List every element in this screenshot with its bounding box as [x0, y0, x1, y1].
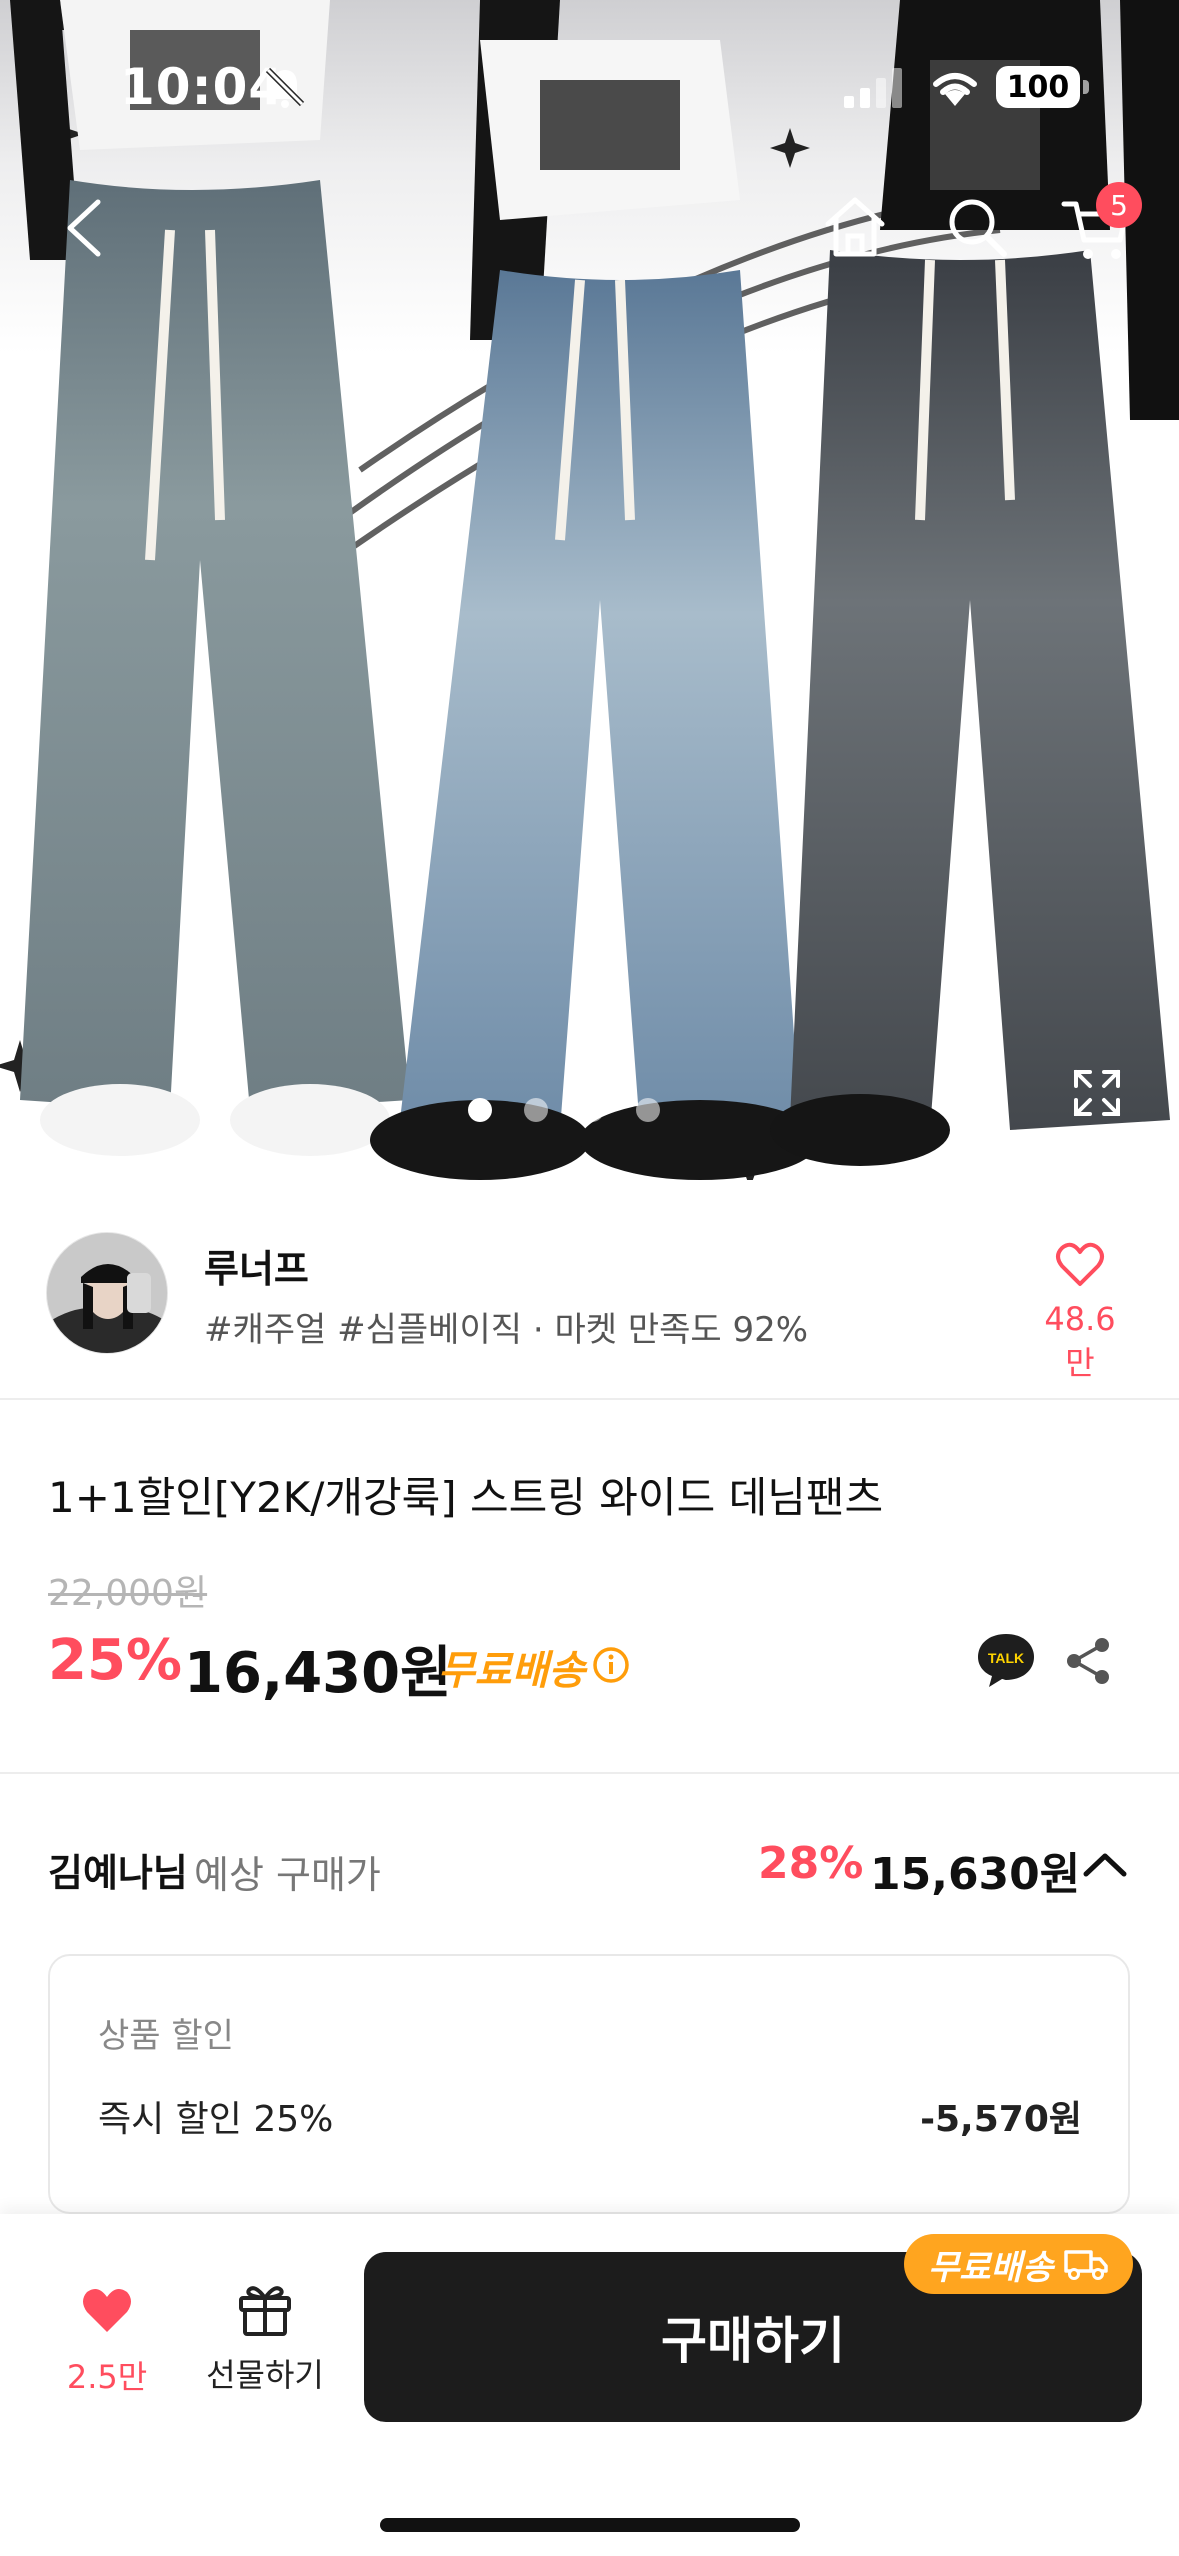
home-indicator	[380, 2518, 800, 2532]
discount-rate: 25%	[48, 1628, 183, 1693]
gallery-page-indicator	[468, 1098, 660, 1122]
free-shipping-badge: 무료배송	[904, 2234, 1134, 2294]
battery-cap	[1083, 80, 1089, 94]
truck-icon	[1064, 2250, 1108, 2280]
seller-tags: #캐주얼 #심플베이직 · 마켓 만족도 92%	[204, 1310, 809, 1350]
seller-favorite-button[interactable]: 48.6만	[1030, 1240, 1130, 1384]
seller-name[interactable]: 루너프	[204, 1238, 309, 1293]
battery-indicator: 100	[996, 66, 1080, 108]
breakdown-heading: 상품 할인	[98, 2016, 234, 2056]
expected-price: 15,630원	[870, 1849, 1081, 1900]
seller-favorite-count: 48.6만	[1044, 1300, 1116, 1382]
expected-discount-rate: 28%	[758, 1838, 864, 1889]
gift-icon	[239, 2286, 291, 2336]
heart-outline-icon	[1056, 1242, 1104, 1286]
heart-filled-icon	[83, 2288, 131, 2332]
like-count: 2.5만	[66, 2358, 148, 2396]
price-breakdown-box: 상품 할인 즉시 할인 25% -5,570원	[48, 1954, 1130, 2214]
kakao-talk-icon[interactable]: TALK	[974, 1630, 1038, 1690]
page-dot[interactable]	[524, 1098, 548, 1122]
cellular-signal-icon	[844, 68, 902, 108]
talk-label: TALK	[988, 1650, 1024, 1666]
section-divider	[0, 1772, 1179, 1774]
back-icon[interactable]	[58, 196, 114, 260]
gift-label: 선물하기	[206, 2356, 324, 2394]
gift-button[interactable]: 선물하기	[190, 2280, 340, 2396]
page-dot[interactable]	[636, 1098, 660, 1122]
expected-price-label: 예상 구매가	[194, 1853, 381, 1897]
like-button[interactable]: 2.5만	[52, 2284, 162, 2398]
original-price: 22,000원	[48, 1573, 208, 1614]
bottom-action-bar: 2.5만 선물하기 구매하기 무료배송	[0, 2214, 1179, 2556]
sale-price: 16,430원	[184, 1641, 452, 1706]
free-shipping-badge-label: 무료배송	[928, 2247, 1054, 2288]
home-icon[interactable]	[820, 194, 890, 260]
status-time: 10:04	[120, 58, 285, 116]
seller-section[interactable]: 루너프 #캐주얼 #심플베이직 · 마켓 만족도 92% 48.6만	[0, 1180, 1179, 1400]
free-shipping-label: 무료배송	[438, 1648, 586, 1694]
wifi-icon	[933, 73, 977, 106]
search-icon[interactable]	[944, 194, 1010, 260]
silent-bell-icon	[265, 67, 305, 108]
page-dot[interactable]	[580, 1098, 604, 1122]
seller-avatar[interactable]	[46, 1232, 168, 1354]
product-title: 1+1할인[Y2K/개강룩] 스트링 와이드 데님팬츠	[48, 1473, 884, 1522]
product-image-gallery[interactable]: 10:04 100 5	[0, 0, 1179, 1180]
cart-count-badge: 5	[1096, 182, 1142, 228]
breakdown-row-label: 즉시 할인 25%	[98, 2099, 334, 2140]
user-name: 김예나님	[48, 1851, 188, 1895]
chevron-up-icon[interactable]	[1082, 1848, 1128, 1880]
breakdown-row-value: -5,570원	[920, 2099, 1082, 2140]
product-photo	[0, 0, 1179, 1180]
expand-icon[interactable]	[1072, 1068, 1122, 1118]
share-icon[interactable]	[1064, 1636, 1112, 1686]
page-dot[interactable]	[468, 1098, 492, 1122]
info-icon[interactable]	[592, 1646, 630, 1684]
status-bar: 10:04 100	[0, 0, 1179, 160]
